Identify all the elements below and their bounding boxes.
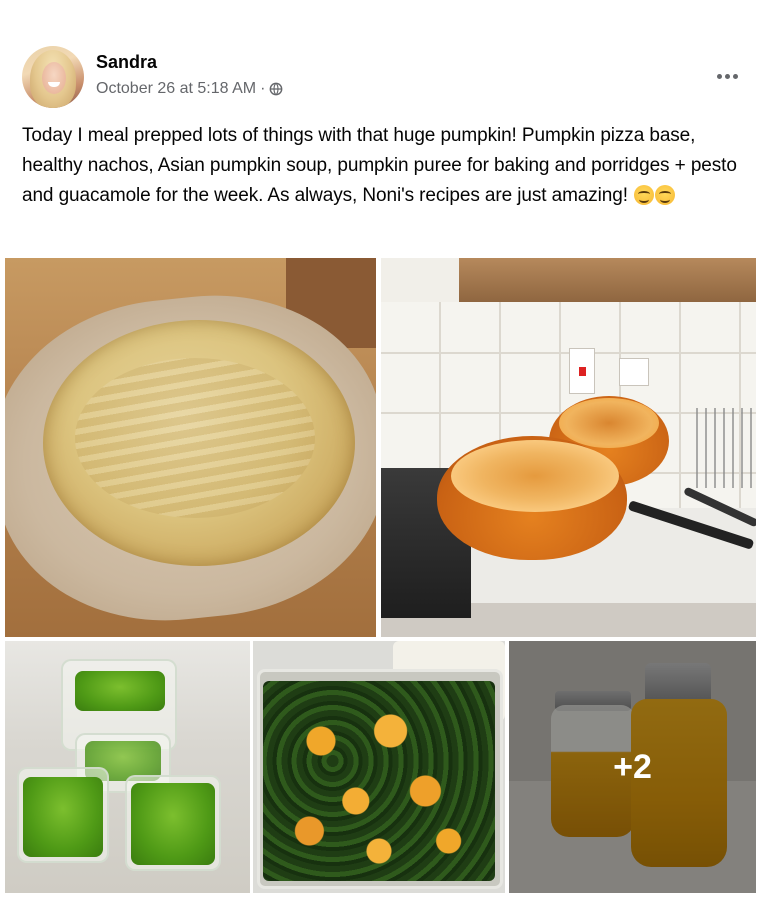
post-meta: October 26 at 5:18 AM · bbox=[96, 80, 283, 98]
author-name[interactable]: Sandra bbox=[96, 52, 157, 73]
post-text-body: Today I meal prepped lots of things with… bbox=[22, 125, 737, 206]
post-header: Sandra October 26 at 5:18 AM · bbox=[22, 46, 747, 108]
halved-pumpkin-photo[interactable] bbox=[381, 258, 756, 637]
facebook-post: Sandra October 26 at 5:18 AM · Today I m… bbox=[0, 0, 769, 898]
pesto-tubs-photo[interactable] bbox=[5, 641, 250, 893]
post-text: Today I meal prepped lots of things with… bbox=[22, 121, 747, 211]
author-avatar[interactable] bbox=[22, 46, 84, 108]
smiling-face-emoji-icon bbox=[634, 185, 655, 205]
pumpkin-pizza-base-photo[interactable] bbox=[5, 258, 376, 637]
meta-separator: · bbox=[260, 80, 266, 97]
pumpkin-puree-jars-photo[interactable]: +2 bbox=[509, 641, 756, 893]
globe-icon[interactable] bbox=[269, 82, 283, 96]
post-timestamp[interactable]: October 26 at 5:18 AM bbox=[96, 80, 256, 98]
ellipsis-icon bbox=[716, 73, 722, 79]
more-options-button[interactable] bbox=[709, 62, 745, 90]
smiling-face-emoji-icon bbox=[655, 185, 676, 205]
more-photos-count[interactable]: +2 bbox=[509, 641, 756, 893]
roasted-pumpkin-kale-photo[interactable] bbox=[253, 641, 505, 893]
